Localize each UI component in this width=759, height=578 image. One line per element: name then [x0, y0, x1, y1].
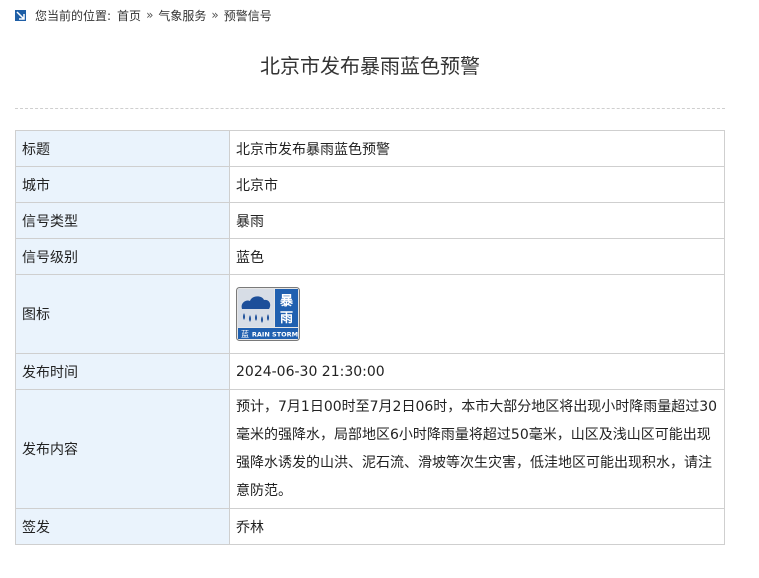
table-row: 信号级别 蓝色	[15, 238, 725, 275]
row-value: 蓝色	[229, 238, 725, 275]
row-value: 北京市发布暴雨蓝色预警	[229, 130, 725, 167]
breadcrumb-weather-service-link[interactable]: 气象服务	[158, 7, 206, 24]
row-value: 暴雨	[229, 202, 725, 239]
row-label: 图标	[15, 274, 230, 354]
breadcrumb-warning-signal-link[interactable]: 预警信号	[224, 7, 272, 24]
table-row: 图标 暴 雨 蓝 RAIN STORM	[15, 274, 725, 354]
row-value: 2024-06-30 21:30:00	[229, 353, 725, 390]
row-value: 暴 雨 蓝 RAIN STORM	[229, 274, 725, 354]
breadcrumb-separator: »	[146, 8, 154, 22]
icon-title-char: 雨	[280, 311, 293, 326]
table-row: 签发 乔林	[15, 508, 725, 545]
location-arrow-icon	[15, 9, 26, 21]
row-label: 发布内容	[15, 389, 230, 509]
row-label: 发布时间	[15, 353, 230, 390]
warning-info-table: 标题 北京市发布暴雨蓝色预警 城市 北京市 信号类型 暴雨 信号级别 蓝色 图标	[15, 130, 725, 545]
row-label: 信号类型	[15, 202, 230, 239]
breadcrumb: 您当前的位置: 首页 » 气象服务 » 预警信号	[15, 6, 272, 24]
icon-level-char: 蓝	[241, 329, 249, 339]
row-label: 信号级别	[15, 238, 230, 275]
table-row: 标题 北京市发布暴雨蓝色预警	[15, 130, 725, 167]
table-row: 信号类型 暴雨	[15, 202, 725, 239]
table-row: 发布内容 预计，7月1日00时至7月2日06时，本市大部分地区将出现小时降雨量超…	[15, 389, 725, 509]
breadcrumb-prefix: 您当前的位置:	[35, 8, 112, 23]
rainstorm-blue-warning-icon: 暴 雨 蓝 RAIN STORM	[236, 287, 300, 341]
divider	[15, 108, 725, 109]
table-row: 发布时间 2024-06-30 21:30:00	[15, 353, 725, 390]
row-value: 北京市	[229, 166, 725, 203]
icon-english-label: RAIN STORM	[252, 331, 298, 339]
row-value: 预计，7月1日00时至7月2日06时，本市大部分地区将出现小时降雨量超过30毫米…	[229, 389, 725, 509]
row-label: 标题	[15, 130, 230, 167]
row-value: 乔林	[229, 508, 725, 545]
table-row: 城市 北京市	[15, 166, 725, 203]
row-label: 城市	[15, 166, 230, 203]
breadcrumb-home-link[interactable]: 首页	[117, 7, 141, 24]
breadcrumb-separator: »	[211, 8, 219, 22]
warning-content-text: 预计，7月1日00时至7月2日06时，本市大部分地区将出现小时降雨量超过30毫米…	[236, 399, 718, 499]
icon-title-char: 暴	[279, 294, 294, 309]
row-label: 签发	[15, 508, 230, 545]
page-title: 北京市发布暴雨蓝色预警	[260, 54, 480, 78]
